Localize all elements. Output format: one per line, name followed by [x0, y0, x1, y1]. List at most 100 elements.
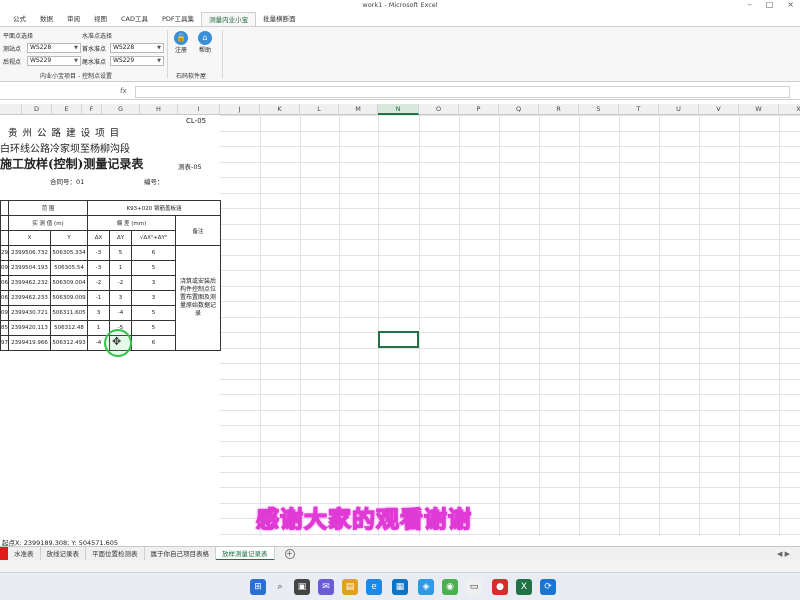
dx-value[interactable]: -3	[87, 260, 110, 276]
station-select[interactable]: WS228 ▼	[27, 43, 81, 53]
distance-value[interactable]: 5	[131, 305, 176, 321]
add-sheet-icon[interactable]: +	[284, 548, 295, 559]
y-value[interactable]: 506311.605	[50, 305, 88, 321]
column-header[interactable]: Q	[499, 104, 539, 115]
x-value[interactable]: 2399462.233	[8, 290, 51, 306]
col-y-header[interactable]: Y	[50, 230, 88, 246]
col-formula-header[interactable]: √ΔX²+ΔY²	[131, 230, 176, 246]
tab-survey-helper[interactable]: 测量内业小宝	[201, 12, 257, 26]
distance-value[interactable]: 5	[131, 260, 176, 276]
dy-value[interactable]: 1	[109, 260, 132, 276]
col-dy-header[interactable]: ΔY	[109, 230, 132, 246]
app-icon[interactable]: ▭	[466, 579, 482, 595]
remark-header[interactable]: 备注	[174, 215, 222, 246]
app-icon[interactable]: ◈	[418, 579, 434, 595]
maximize-icon[interactable]: □	[766, 0, 774, 9]
distance-value[interactable]: 6	[131, 245, 176, 261]
sheet-tab[interactable]: 平面位置检测表	[86, 546, 145, 561]
chrome-icon[interactable]: ●	[492, 579, 508, 595]
sheet-tab[interactable]: 水准表	[8, 546, 41, 561]
row-id[interactable]: 06	[0, 275, 9, 291]
col-x-header[interactable]: X	[8, 230, 51, 246]
windows-start-icon[interactable]: ⊞	[250, 579, 266, 595]
edge-browser-icon[interactable]: e	[366, 579, 382, 595]
column-header[interactable]: L	[300, 104, 339, 115]
y-value[interactable]: 506312.48	[50, 320, 88, 336]
x-value[interactable]: 2399430.721	[8, 305, 51, 321]
column-header[interactable]: M	[339, 104, 378, 115]
dx-value[interactable]: -1	[87, 290, 110, 306]
tab-view[interactable]: 视图	[87, 12, 114, 26]
dy-value[interactable]: -2	[109, 275, 132, 291]
column-header[interactable]: K	[260, 104, 300, 115]
column-header[interactable]: E	[52, 104, 82, 115]
column-header[interactable]: T	[619, 104, 659, 115]
sheet-tab-active[interactable]: 放样测量记录表	[216, 546, 275, 561]
search-icon[interactable]: ⌕	[272, 579, 288, 595]
row-id[interactable]: 06	[0, 290, 9, 306]
tab-data[interactable]: 数据	[33, 12, 60, 26]
distance-value[interactable]: 3	[131, 275, 176, 291]
measured-label[interactable]: 实 测 值 (m)	[8, 215, 88, 231]
formula-input[interactable]	[135, 86, 790, 98]
y-value[interactable]: 506305.334	[50, 245, 88, 261]
excel-icon[interactable]: X	[516, 579, 532, 595]
cell[interactable]	[0, 215, 9, 231]
sheet-tab[interactable]: 属于你自己项目表格	[145, 546, 216, 561]
app-icon[interactable]: ⟳	[540, 579, 556, 595]
distance-value[interactable]: 3	[131, 290, 176, 306]
y-value[interactable]: 506305.54	[50, 260, 88, 276]
column-header[interactable]: W	[739, 104, 779, 115]
help-button[interactable]: ⌂ 帮助	[195, 31, 215, 54]
sheet-tab[interactable]: 放线记录表	[41, 546, 86, 561]
tab-formulas[interactable]: 公式	[6, 12, 33, 26]
column-header[interactable]: R	[539, 104, 579, 115]
cell[interactable]	[0, 200, 9, 216]
y-value[interactable]: 506309.004	[50, 275, 88, 291]
close-icon[interactable]: ×	[787, 0, 794, 9]
tab-cad-tools[interactable]: CAD工具	[114, 12, 155, 26]
column-header[interactable]: S	[579, 104, 619, 115]
remark-cell[interactable]: 浇筑或安装后构件控制点位置布置图及测量原始数据记录	[174, 245, 222, 351]
column-header[interactable]: G	[102, 104, 140, 115]
minimize-icon[interactable]: –	[748, 0, 752, 9]
active-cell[interactable]	[378, 331, 419, 348]
bm-start-select[interactable]: WS228 ▼	[110, 43, 164, 53]
range-label[interactable]: 范 围	[8, 200, 88, 216]
bm-end-select[interactable]: WS229 ▼	[110, 56, 164, 66]
column-header[interactable]	[0, 104, 22, 115]
column-header[interactable]: D	[22, 104, 52, 115]
x-value[interactable]: 2399420.113	[8, 320, 51, 336]
x-value[interactable]: 2399462.232	[8, 275, 51, 291]
file-explorer-icon[interactable]: ▤	[342, 579, 358, 595]
column-header[interactable]: V	[699, 104, 739, 115]
x-value[interactable]: 2399506.732	[8, 245, 51, 261]
deviation-label[interactable]: 偏 差 (mm)	[87, 215, 176, 231]
scroll-arrows-icon[interactable]: ◀ ▶	[777, 550, 790, 558]
task-view-icon[interactable]: ▣	[294, 579, 310, 595]
column-header[interactable]: I	[178, 104, 220, 115]
chat-icon[interactable]: ✉	[318, 579, 334, 595]
range-value[interactable]: K93+020 钢筋盖板涵	[86, 200, 222, 216]
row-id[interactable]: 29	[0, 245, 9, 261]
app-icon[interactable]: ◉	[442, 579, 458, 595]
column-header[interactable]: U	[659, 104, 699, 115]
backsight-select[interactable]: WS229 ▼	[27, 56, 81, 66]
column-header[interactable]: X	[779, 104, 800, 115]
tab-batch-cross-section[interactable]: 批量横断面	[256, 12, 303, 26]
worksheet-grid[interactable]: CL-05 贵 州 公 路 建 设 项 目 白环线公路冷家坝至杨柳沟段 施工放样…	[0, 115, 800, 545]
tab-pdf-tools[interactable]: PDF工具集	[155, 12, 201, 26]
x-value[interactable]: 2399504.193	[8, 260, 51, 276]
dx-value[interactable]: -2	[87, 275, 110, 291]
y-value[interactable]: 506309.009	[50, 290, 88, 306]
row-id[interactable]: 85	[0, 320, 9, 336]
distance-value[interactable]: 5	[131, 320, 176, 336]
row-id[interactable]: 09	[0, 305, 9, 321]
column-header[interactable]: P	[459, 104, 499, 115]
row-id[interactable]: 09	[0, 260, 9, 276]
distance-value[interactable]: 6	[131, 335, 176, 351]
row-id[interactable]: 97	[0, 335, 9, 351]
column-header[interactable]: O	[419, 104, 459, 115]
column-header[interactable]: F	[82, 104, 102, 115]
col-dx-header[interactable]: ΔX	[87, 230, 110, 246]
